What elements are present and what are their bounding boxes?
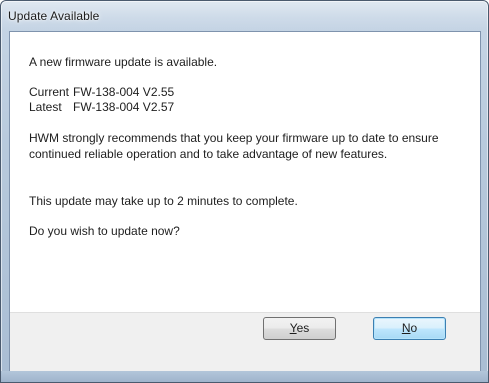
message-area: A new firmware update is available. Curr…: [10, 32, 480, 312]
no-button[interactable]: No: [373, 317, 446, 340]
window-title: Update Available: [8, 9, 100, 23]
latest-version-value: FW-138-004 V2.57: [73, 100, 175, 114]
question-text: Do you wish to update now?: [29, 224, 180, 238]
yes-button-label: es: [296, 321, 310, 335]
current-version-label: Current: [29, 85, 70, 99]
dialog-client-area: A new firmware update is available. Curr…: [9, 31, 481, 373]
yes-button-accelerator: Y: [289, 321, 297, 335]
dialog-window: Update Available A new firmware update i…: [0, 0, 489, 383]
current-version-value: FW-138-004 V2.55: [73, 85, 175, 99]
latest-version-label: Latest: [29, 100, 62, 114]
window-bottom-border: [1, 371, 488, 382]
yes-button[interactable]: Yes: [263, 317, 336, 340]
no-button-label: o: [410, 321, 418, 335]
recommendation-text: HWM strongly recommends that you keep yo…: [29, 131, 439, 161]
duration-text: This update may take up to 2 minutes to …: [29, 194, 298, 208]
intro-text: A new firmware update is available.: [29, 55, 218, 69]
title-bar[interactable]: Update Available: [1, 1, 488, 31]
